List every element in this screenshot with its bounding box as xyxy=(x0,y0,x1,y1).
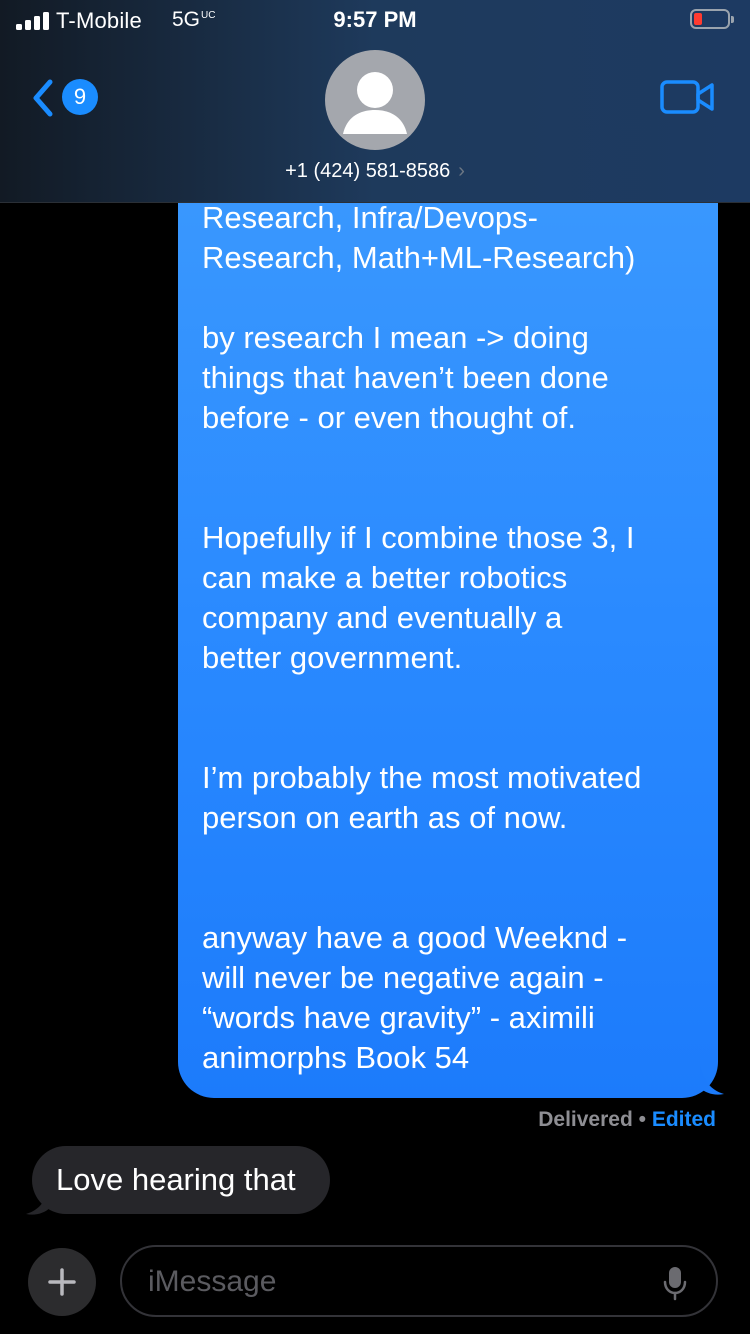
outgoing-bubble-tail xyxy=(700,1066,724,1095)
status-time: 9:57 PM xyxy=(333,7,417,32)
message-line: will never be negative again - xyxy=(202,960,604,995)
microphone-icon[interactable] xyxy=(662,1265,688,1301)
incoming-message-bubble[interactable]: Love hearing that xyxy=(32,1146,330,1214)
facetime-button[interactable] xyxy=(660,78,716,116)
chevron-right-icon: › xyxy=(458,160,465,182)
unread-count-badge: 9 xyxy=(62,79,98,115)
edited-link[interactable]: Edited xyxy=(652,1108,716,1131)
contact-name-button[interactable]: +1 (424) 581-8586 › xyxy=(0,160,750,183)
back-button[interactable]: 9 xyxy=(28,76,104,120)
conversation-header: T-Mobile 5GUC 9:57 PM 9 +1 (424) 581-858… xyxy=(0,0,750,203)
status-separator: • xyxy=(638,1108,646,1131)
message-line: before - or even thought of. xyxy=(202,400,576,435)
message-line: Research, Math+ML-Research) xyxy=(202,240,636,275)
message-line: animorphs Book 54 xyxy=(202,1040,470,1075)
chevron-left-icon xyxy=(33,79,53,117)
message-line: I’m probably the most motivated xyxy=(202,760,642,795)
apps-plus-button[interactable] xyxy=(28,1248,96,1316)
outgoing-message-text: Research, Infra/Devops- Research, Math+M… xyxy=(202,198,702,1078)
message-line: Hopefully if I combine those 3, I xyxy=(202,520,635,555)
battery-icon xyxy=(690,9,734,31)
contact-number: +1 (424) 581-8586 xyxy=(285,160,451,182)
message-line: “words have gravity” - aximili xyxy=(202,1000,595,1035)
incoming-message-text: Love hearing that xyxy=(56,1162,296,1197)
message-line: better government. xyxy=(202,640,463,675)
message-line: anyway have a good Weeknd - xyxy=(202,920,628,955)
message-line: by research I mean -> doing xyxy=(202,320,589,355)
delivery-status: Delivered • Edited xyxy=(538,1108,716,1132)
message-line: person on earth as of now. xyxy=(202,800,568,835)
person-silhouette-icon xyxy=(343,72,407,134)
message-input-placeholder: iMessage xyxy=(148,1265,277,1298)
message-input[interactable]: iMessage xyxy=(120,1245,718,1317)
status-bar: T-Mobile 5GUC 9:57 PM xyxy=(0,0,750,40)
delivered-label: Delivered xyxy=(538,1108,633,1131)
message-line: company and eventually a xyxy=(202,600,563,635)
message-line: things that haven’t been done xyxy=(202,360,609,395)
plus-icon xyxy=(48,1268,76,1296)
video-camera-icon xyxy=(660,80,714,114)
message-line: Research, Infra/Devops- xyxy=(202,200,538,235)
message-line: can make a better robotics xyxy=(202,560,568,595)
avatar[interactable] xyxy=(325,50,425,150)
